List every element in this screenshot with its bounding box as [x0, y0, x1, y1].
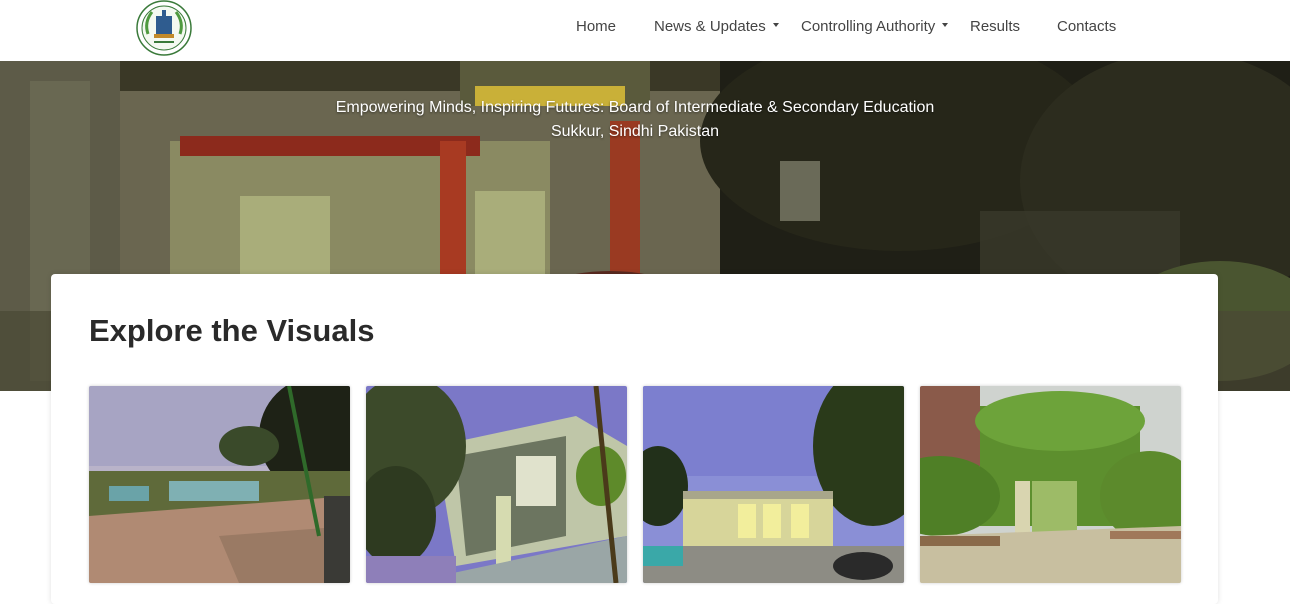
gallery-image-1[interactable]	[89, 386, 350, 583]
caret-down-icon	[772, 23, 779, 28]
hero-caption: Empowering Minds, Inspiring Futures: Boa…	[0, 96, 1270, 144]
nav-news-updates[interactable]: News & Updates	[654, 18, 779, 36]
gallery-card: Explore the Visuals	[51, 274, 1218, 604]
nav-home[interactable]: Home	[576, 18, 616, 36]
navbar: Home News & Updates Controlling Authorit…	[0, 0, 1290, 61]
hero-caption-line1: Empowering Minds, Inspiring Futures: Boa…	[335, 99, 935, 116]
gallery-title: Explore the Visuals	[89, 313, 375, 348]
gallery-image-4[interactable]	[920, 386, 1181, 583]
nav-results[interactable]: Results	[970, 18, 1020, 36]
gallery-image-2[interactable]	[366, 386, 627, 583]
nav-contacts[interactable]: Contacts	[1057, 18, 1116, 36]
nav-controlling-authority[interactable]: Controlling Authority	[801, 18, 949, 36]
hero-caption-line2: Sukkur, Sindhi Pakistan	[550, 123, 720, 140]
gallery-image-3[interactable]	[643, 386, 904, 583]
main-nav: Home News & Updates Controlling Authorit…	[0, 0, 1290, 56]
caret-down-icon	[942, 23, 949, 28]
